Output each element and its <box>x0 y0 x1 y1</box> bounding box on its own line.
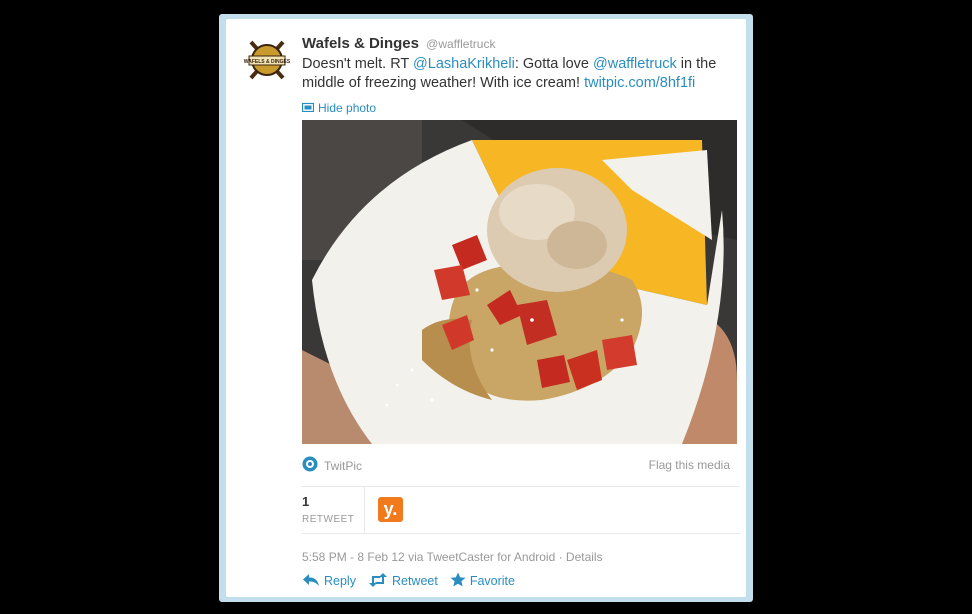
mention-link[interactable]: @waffletruck <box>593 56 677 72</box>
tweet-text-part: Doesn't melt. RT <box>302 56 414 72</box>
avatar-logo-text: WAFELS & DINGES <box>244 59 291 65</box>
hide-photo-link[interactable]: Hide photo <box>301 101 377 115</box>
reply-button[interactable]: Reply <box>302 573 356 590</box>
media-provider[interactable]: TwitPic <box>302 456 362 475</box>
provider-label: TwitPic <box>324 458 363 473</box>
favorite-label: Favorite <box>469 574 515 588</box>
retweet-count[interactable]: 1 <box>302 494 309 509</box>
mention-link[interactable]: @LashaKrikheli <box>413 56 515 72</box>
details-link[interactable]: Details <box>566 550 603 564</box>
tweet-text-part: : Gotta love <box>514 56 593 72</box>
tweet-actions: Reply Retweet Favorite <box>302 572 515 590</box>
timestamp[interactable]: 5:58 PM - 8 Feb 12 <box>302 550 405 564</box>
retweet-button[interactable]: Retweet <box>368 572 438 590</box>
photo-icon <box>301 101 315 115</box>
twitpic-icon <box>302 456 318 475</box>
retweet-icon <box>368 572 388 590</box>
star-icon <box>450 572 466 590</box>
reply-icon <box>302 573 320 590</box>
twitpic-link[interactable]: twitpic.com/8hf1fi <box>584 75 695 91</box>
author-name[interactable]: Wafels & Dinges <box>302 35 419 52</box>
retweet-label: Retweet <box>391 574 438 588</box>
tweet-card: WAFELS & DINGES Wafels & Dinges @wafflet… <box>226 19 746 597</box>
tweet-header: Wafels & Dinges @waffletruck <box>302 35 495 52</box>
avatar[interactable]: WAFELS & DINGES <box>243 36 291 84</box>
hide-photo-label: Hide photo <box>318 101 377 115</box>
tweet-meta: 5:58 PM - 8 Feb 12 via TweetCaster for A… <box>302 550 603 564</box>
flag-media-link[interactable]: Flag this media <box>649 458 730 472</box>
retweet-count-label: RETWEET <box>302 514 355 525</box>
tweet-stats: 1 RETWEET y. <box>302 486 740 534</box>
reply-label: Reply <box>324 574 356 588</box>
tweet-text: Doesn't melt. RT @LashaKrikheli: Gotta l… <box>302 55 722 93</box>
tweet-frame: WAFELS & DINGES Wafels & Dinges @wafflet… <box>219 14 753 602</box>
via-text: via TweetCaster for Android · <box>404 550 566 564</box>
retweeter-avatar[interactable]: y. <box>378 497 403 522</box>
stats-divider <box>364 487 365 533</box>
tweet-photo[interactable] <box>302 120 737 444</box>
favorite-button[interactable]: Favorite <box>450 572 515 590</box>
author-handle[interactable]: @waffletruck <box>426 37 495 51</box>
